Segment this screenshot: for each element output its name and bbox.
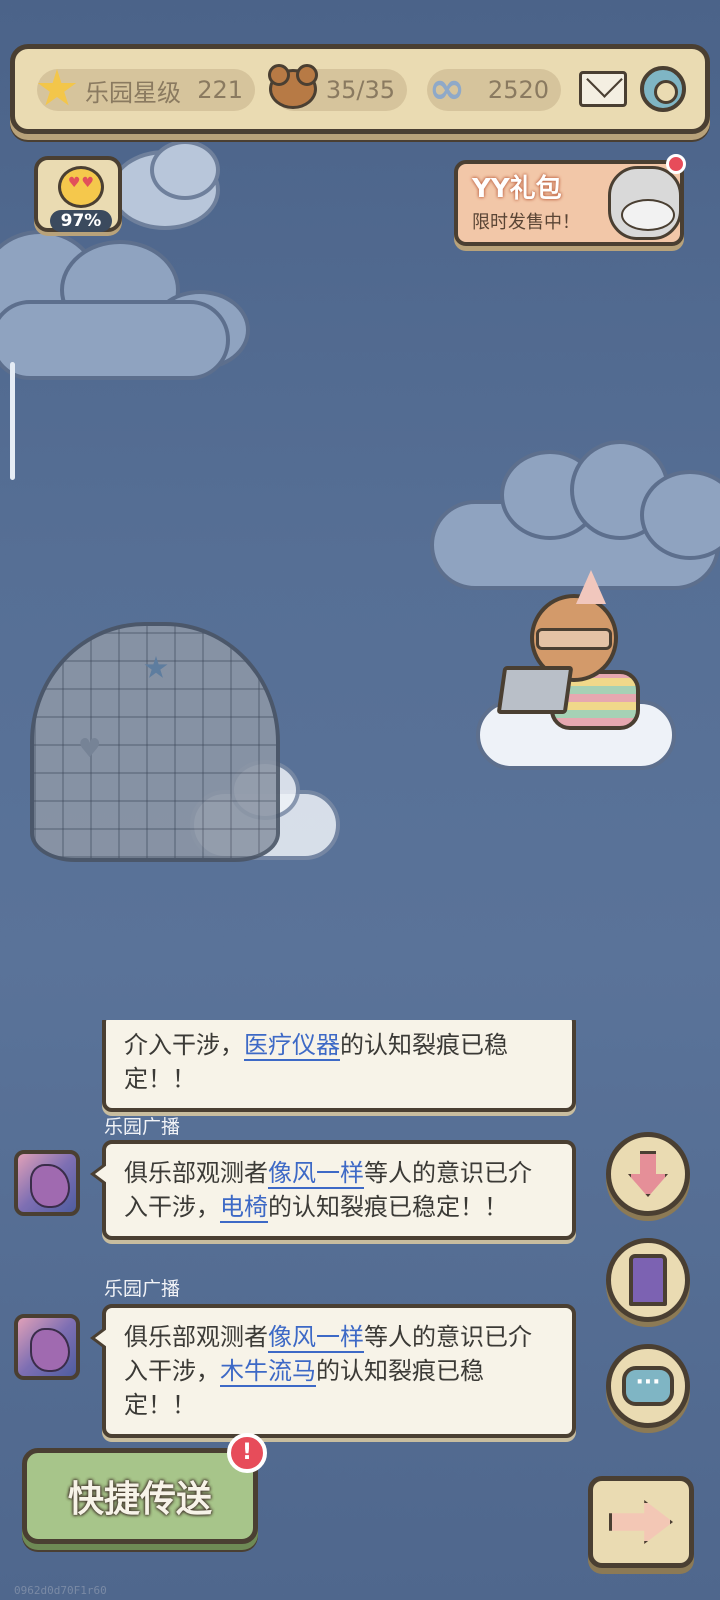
chat-button[interactable]: ··· <box>606 1344 690 1428</box>
scroll-indicator <box>10 362 15 480</box>
chat-sender: 乐园广播 <box>104 1278 181 1300</box>
park-level-value: 221 <box>197 76 243 104</box>
heart-eyes-face-icon <box>58 166 104 208</box>
mail-button[interactable] <box>575 61 631 117</box>
quick-teleport-button[interactable]: 快捷传送 ! <box>22 1433 267 1544</box>
scroll-down-button[interactable] <box>606 1132 690 1216</box>
chat-message: 介入干涉，医疗仪器的认知裂痕已稳定！！ <box>102 1020 576 1112</box>
item-link[interactable]: 医疗仪器 <box>244 1031 340 1061</box>
next-button[interactable] <box>588 1476 694 1568</box>
chat-message: 俱乐部观测者像风一样等人的意识已介入干涉，电椅的认知裂痕已稳定！！ <box>90 1140 576 1240</box>
message-text: 俱乐部观测者 <box>124 1323 268 1351</box>
park-level-label: 乐园星级 <box>85 78 181 107</box>
teleport-label: 快捷传送 <box>67 1479 212 1520</box>
door-button[interactable] <box>606 1238 690 1322</box>
chat-icon: ··· <box>622 1366 674 1406</box>
bear-icon <box>267 63 319 115</box>
door-icon <box>629 1254 667 1306</box>
park-level-stat[interactable]: 乐园星级 221 <box>37 69 255 111</box>
gear-icon <box>640 66 686 112</box>
heart-icon: ♥ <box>78 734 102 764</box>
covered-building[interactable]: ♥ <box>30 622 280 862</box>
panda-mascot-icon <box>608 166 682 240</box>
mail-icon <box>579 71 627 107</box>
message-text: 俱乐部观测者 <box>124 1159 268 1187</box>
arrow-right-icon <box>609 1500 673 1544</box>
gift-title: YY礼包 <box>472 174 562 204</box>
dragon-avatar[interactable] <box>14 1314 80 1380</box>
gift-pack-banner[interactable]: YY礼包 限时发售中！ <box>454 154 686 246</box>
star-icon <box>144 656 168 678</box>
item-link[interactable]: 木牛流马 <box>220 1357 316 1387</box>
bear-count-value: 35/35 <box>325 76 395 104</box>
footer-id: 0962d0d70F1r60 <box>14 1584 107 1597</box>
message-text: 介入干涉， <box>124 1031 244 1059</box>
player-link[interactable]: 像风一样 <box>268 1323 364 1353</box>
monkey-character[interactable] <box>476 570 690 770</box>
infinity-value: 2520 <box>487 76 549 104</box>
message-text: 的认知裂痕已稳定！！ <box>268 1193 508 1221</box>
top-status-bar: 乐园星级 221 35/35 ∞ 2520 <box>10 44 710 134</box>
star-icon <box>31 63 83 115</box>
chat-sender: 乐园广播 <box>104 1116 181 1138</box>
player-link[interactable]: 像风一样 <box>268 1159 364 1189</box>
alert-badge: ! <box>227 1433 267 1473</box>
laptop-icon <box>496 666 574 714</box>
dragon-avatar[interactable] <box>14 1150 80 1216</box>
mood-badge[interactable]: 97% <box>34 156 122 232</box>
infinity-icon: ∞ <box>428 63 466 114</box>
gift-subtitle: 限时发售中！ <box>472 212 580 233</box>
chat-message: 俱乐部观测者像风一样等人的意识已介入干涉，木牛流马的认知裂痕已稳定！！ <box>90 1304 576 1438</box>
notification-dot <box>666 154 686 174</box>
item-link[interactable]: 电椅 <box>220 1193 268 1223</box>
party-hat-icon <box>576 570 606 604</box>
arrow-down-icon <box>628 1151 668 1197</box>
infinity-stat[interactable]: ∞ 2520 <box>427 67 561 111</box>
bear-count-stat[interactable]: 35/35 <box>268 64 407 111</box>
glasses-icon <box>536 628 612 650</box>
mood-value: 97% <box>50 210 112 232</box>
settings-button[interactable] <box>635 61 691 117</box>
